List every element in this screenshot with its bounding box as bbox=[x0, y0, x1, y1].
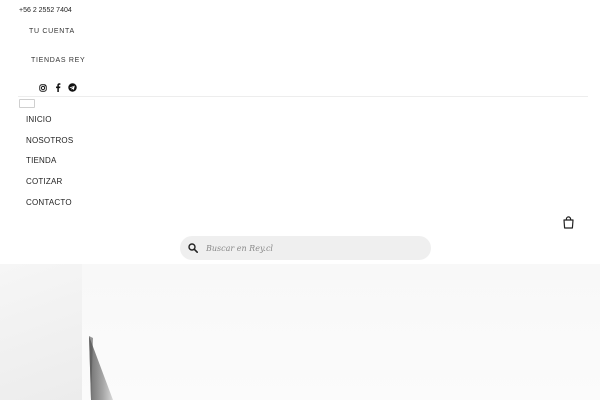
nav-item-inicio[interactable]: INICIO bbox=[26, 114, 73, 135]
nav-item-tienda[interactable]: TIENDA bbox=[26, 155, 73, 176]
main-nav: INICIO NOSOTROS TIENDA COTIZAR CONTACTO bbox=[26, 114, 73, 217]
header-divider bbox=[18, 96, 588, 97]
search-bar bbox=[180, 236, 431, 260]
nav-item-contacto[interactable]: CONTACTO bbox=[26, 197, 73, 218]
telegram-icon[interactable] bbox=[68, 83, 77, 92]
account-link[interactable]: TU CUENTA bbox=[29, 28, 75, 35]
social-links bbox=[38, 83, 77, 92]
shopping-bag-icon[interactable] bbox=[563, 216, 574, 229]
search-input[interactable] bbox=[204, 242, 418, 254]
stores-link[interactable]: TIENDAS REY bbox=[31, 57, 85, 64]
menu-toggle[interactable] bbox=[19, 99, 35, 108]
hero-banner bbox=[0, 264, 600, 400]
hero-shape bbox=[89, 336, 113, 400]
nav-item-nosotros[interactable]: NOSOTROS bbox=[26, 135, 73, 156]
search-icon[interactable] bbox=[188, 243, 198, 253]
instagram-icon[interactable] bbox=[38, 83, 47, 92]
phone-number: +56 2 2552 7404 bbox=[19, 7, 72, 14]
nav-item-cotizar[interactable]: COTIZAR bbox=[26, 176, 73, 197]
facebook-icon[interactable] bbox=[53, 83, 62, 92]
